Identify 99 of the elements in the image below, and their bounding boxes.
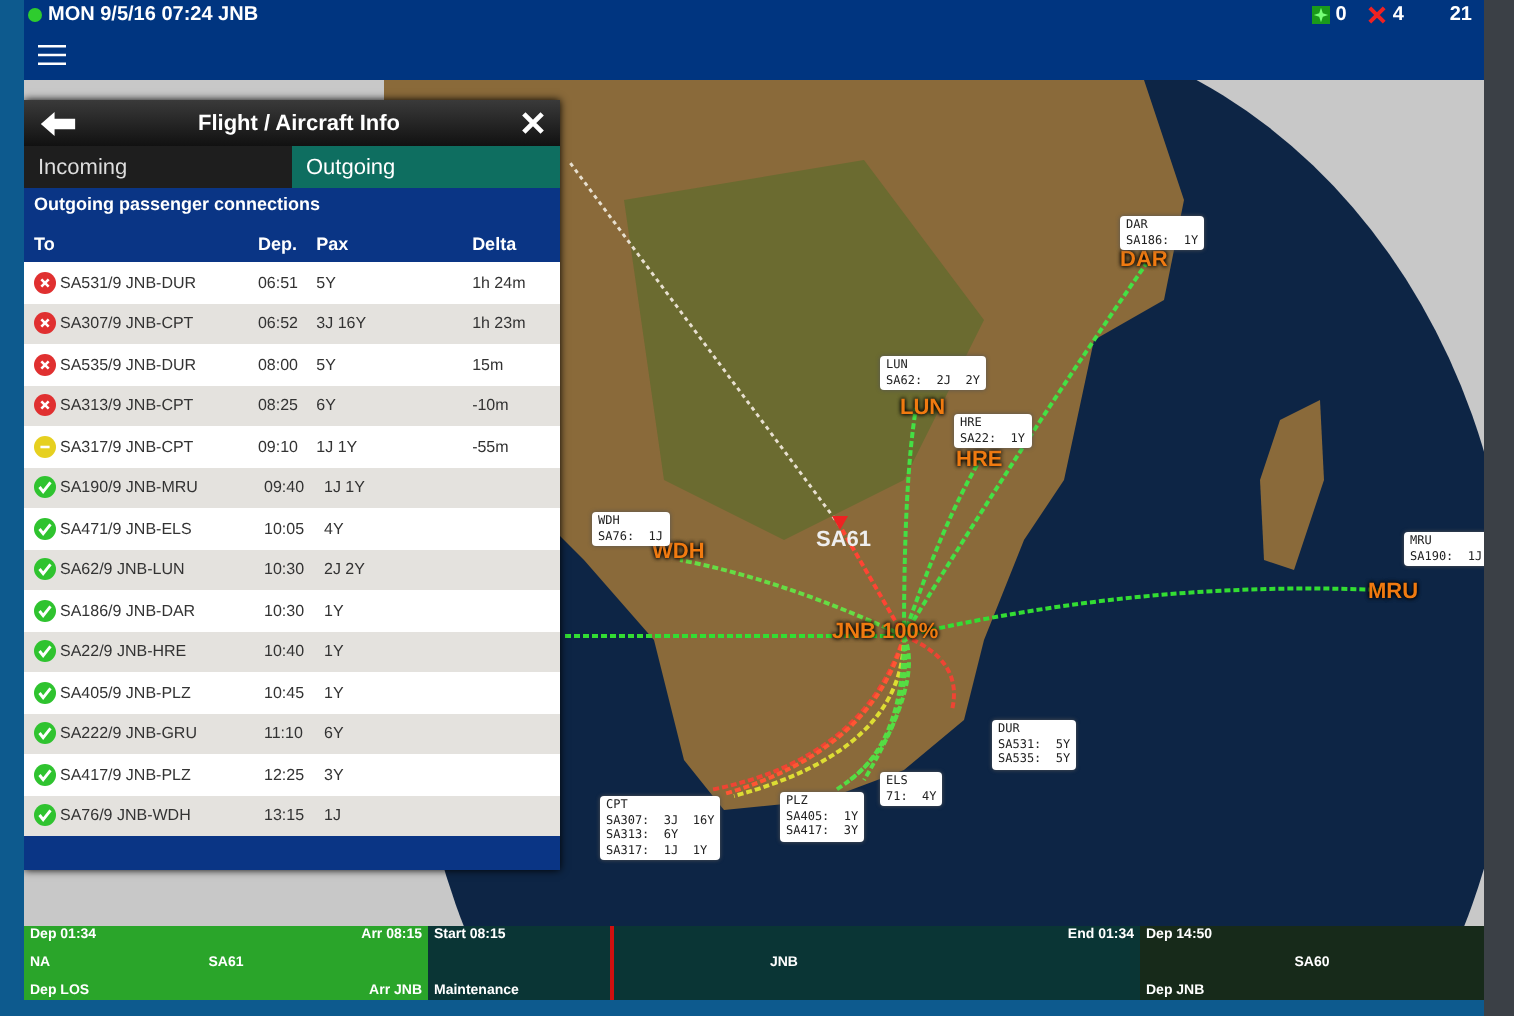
check-icon (34, 804, 56, 827)
flight-cell: SA405/9 JNB-PLZ (60, 683, 191, 702)
current-time-line (610, 926, 614, 1000)
check-icon (34, 681, 56, 704)
error-icon (34, 353, 56, 376)
pax-cell-text: 1Y (324, 601, 346, 620)
connection-row[interactable]: SA405/9 JNB-PLZ 10:45 1Y (24, 672, 560, 713)
check-icon (34, 558, 56, 581)
error-icon (34, 394, 56, 417)
connection-row[interactable]: SA471/9 JNB-ELS 10:05 4Y (24, 508, 560, 549)
departure-cell-text: 13:15 (264, 806, 307, 825)
pax-cell-text: 3J 16Y (316, 314, 369, 333)
connection-row[interactable]: SA531/9 JNB-DUR 06:51 5Y 1h 24m (24, 262, 560, 303)
pax-cell-text: 6Y (324, 724, 346, 743)
delta-cell-text: 1h 24m (472, 273, 528, 292)
alert-count: 0 (1335, 3, 1347, 25)
check-icon (34, 599, 56, 622)
departure-cell-text: 10:30 (264, 601, 307, 620)
departure-cell-text: 11:10 (264, 724, 305, 743)
flight-cell: SA62/9 JNB-LUN (60, 560, 185, 579)
pax-cell-text: 6Y (316, 396, 338, 415)
flight-cell: SA531/9 JNB-DUR (60, 273, 197, 292)
pax-cell-text: 5Y (316, 355, 338, 374)
check-icon (34, 763, 56, 786)
pax-cell-text: 1J 1Y (316, 437, 360, 456)
pax-cell-text: 1Y (324, 642, 346, 661)
minus-icon (34, 435, 56, 458)
pax-cell-text: 2J 2Y (324, 560, 367, 579)
delta-cell-text: -10m (472, 396, 511, 415)
airport-label: DAR (1120, 248, 1168, 272)
departure-cell-text: 10:40 (264, 642, 307, 661)
delta-cell-text: -55m (472, 437, 511, 456)
section-title: Outgoing passenger connections (34, 194, 323, 218)
column-header: To (34, 233, 57, 253)
cross-icon (1368, 5, 1387, 23)
column-header: Pax (316, 233, 351, 253)
connection-row[interactable]: SA186/9 JNB-DAR 10:30 1Y (24, 590, 560, 631)
aircraft-ok-icon (1311, 5, 1330, 23)
aircraft-label: SA61 (816, 528, 872, 552)
departure-cell-text: 09:10 (257, 437, 300, 456)
panel-title: Flight / Aircraft Info (195, 111, 403, 135)
delta-cell-text: 15m (472, 355, 506, 374)
flight-cell: SA190/9 JNB-MRU (60, 478, 198, 497)
close-icon[interactable] (522, 112, 544, 134)
flight-cell: SA222/9 JNB-GRU (60, 724, 197, 743)
check-icon (34, 722, 56, 745)
connection-row[interactable]: SA535/9 JNB-DUR 08:00 5Y 15m (24, 344, 560, 385)
flight-cell: SA76/9 JNB-WDH (60, 806, 191, 825)
column-header: Delta (472, 233, 519, 253)
error-icon (34, 312, 56, 335)
connection-row[interactable]: SA417/9 JNB-PLZ 12:25 3Y (24, 754, 560, 795)
back-arrow-icon[interactable] (40, 111, 76, 135)
connection-row[interactable]: SA62/9 JNB-LUN 10:30 2J 2Y (24, 549, 560, 590)
alert-count: 4 (1392, 3, 1404, 25)
column-header: Dep. (257, 233, 299, 253)
flight-cell: SA22/9 JNB-HRE (60, 642, 187, 661)
check-icon (34, 476, 56, 499)
connection-row[interactable]: SA307/9 JNB-CPT 06:52 3J 16Y 1h 23m (24, 303, 560, 344)
flight-cell: SA313/9 JNB-CPT (60, 396, 194, 415)
airport-label: HRE (956, 448, 1003, 472)
connection-row[interactable]: SA190/9 JNB-MRU 09:40 1J 1Y (24, 467, 560, 508)
flight-cell: SA307/9 JNB-CPT (60, 314, 194, 333)
pax-cell-text: 1Y (324, 683, 346, 702)
check-icon (34, 640, 56, 663)
check-icon (34, 517, 56, 540)
departure-cell-text: 12:25 (264, 765, 307, 784)
error-icon (34, 271, 56, 294)
departure-cell-text: 10:45 (264, 683, 307, 702)
flight-cell: SA186/9 JNB-DAR (60, 601, 196, 620)
flight-cell: SA417/9 JNB-PLZ (60, 765, 191, 784)
pax-cell-text: 1J 1Y (324, 478, 367, 497)
departure-cell-text: 09:40 (264, 478, 307, 497)
departure-cell-text: 08:00 (257, 355, 300, 374)
pax-cell-text: 3Y (324, 765, 346, 784)
tab[interactable]: Incoming (24, 146, 292, 188)
airport-label: LUN (900, 396, 946, 420)
aircraft-marker-icon (832, 516, 848, 530)
delta-cell-text: 1h 23m (472, 314, 528, 333)
flight-cell: SA535/9 JNB-DUR (60, 355, 197, 374)
tab[interactable]: Outgoing (292, 146, 560, 188)
count: 21 (1449, 3, 1472, 25)
date-time: MON 9/5/16 07:24 JNB (48, 3, 259, 25)
pax-cell-text: 4Y (324, 519, 346, 538)
connection-row[interactable]: SA76/9 JNB-WDH 13:15 1J (24, 795, 560, 836)
menu-icon[interactable] (38, 43, 66, 65)
pax-cell-text: 1J (324, 806, 343, 825)
departure-cell-text: 06:51 (257, 273, 300, 292)
departure-cell-text: 10:30 (264, 560, 307, 579)
departure-cell-text: 06:52 (257, 314, 300, 333)
departure-cell-text: 10:05 (264, 519, 307, 538)
flight-cell: SA471/9 JNB-ELS (60, 519, 192, 538)
airport-label: MRU (1368, 580, 1419, 604)
departure-cell-text: 08:25 (257, 396, 300, 415)
connection-row[interactable]: SA313/9 JNB-CPT 08:25 6Y -10m (24, 385, 560, 426)
connection-row[interactable]: SA222/9 JNB-GRU 11:10 6Y (24, 713, 560, 754)
flight-cell: SA317/9 JNB-CPT (60, 437, 194, 456)
pax-cell-text: 5Y (316, 273, 338, 292)
connection-row[interactable]: SA22/9 JNB-HRE 10:40 1Y (24, 631, 560, 672)
connection-row[interactable]: SA317/9 JNB-CPT 09:10 1J 1Y -55m (24, 426, 560, 467)
